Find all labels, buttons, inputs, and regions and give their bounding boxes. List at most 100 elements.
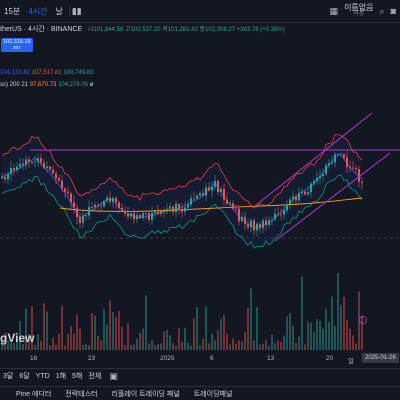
time-axis[interactable]: 16 23 2025 6 13 20 일 2025-01-26 [0,352,400,366]
volume-bar [97,335,99,350]
candle [310,183,312,193]
range-5y-button[interactable]: 5해 [69,371,85,381]
candle [202,193,204,196]
volume-bar [241,341,243,350]
volume-bar [79,328,81,350]
volume-bar [208,343,210,350]
candle [100,205,102,207]
tradingview-watermark: gView [0,331,35,345]
volume-bar [133,344,135,350]
candle [298,193,300,201]
candle [358,169,360,182]
range-6m-button[interactable]: 6달 [16,371,32,381]
candle [319,176,321,179]
candle [325,165,327,175]
time-axis-label: 20 [326,355,334,362]
interval-15m-button[interactable]: 15분 [0,6,24,17]
camera-icon[interactable]: ◙ [391,6,396,16]
volume-bar [64,345,66,350]
volume-bar [271,334,273,350]
volume-bar [199,345,201,350]
price-chart[interactable] [0,58,400,350]
grid-icon[interactable]: ▦ [330,6,339,16]
volume-bar [235,343,237,350]
candle [157,211,159,214]
volume-bar [169,335,171,350]
candle [289,199,291,205]
volume-bar [277,340,279,350]
symbol-title[interactable]: therUS · 4시간 · BINANCE [0,26,82,33]
candle [43,162,45,168]
bottom-panel-tabs: Pine 에디터 전략테스터 리플레이 트레이딩 패널 트레이딩패널 [0,386,400,400]
range-1y-button[interactable]: 1해 [53,371,69,381]
volume-bar [124,345,126,350]
candle [211,186,213,191]
volume-bar [172,342,174,350]
candle [94,204,96,208]
symbol-legend: therUS · 4시간 · BINANCE 시101,944.58 고102,… [0,24,285,34]
volume-bar [223,315,225,350]
candle [124,210,126,214]
candle [232,203,234,209]
close-value: 102,308.27 [205,27,236,33]
volume-bar [49,345,51,350]
interval-4h-button[interactable]: 4시간 [24,6,51,17]
volume-bar [319,320,321,350]
candle [181,208,183,212]
candle [214,180,216,187]
volume-bar [148,343,150,350]
volume-bar [139,332,141,350]
time-axis-label: 13 [267,355,275,362]
volume-bar [217,330,219,350]
tab-strategy-tester[interactable]: 전략테스터 [65,389,97,399]
volume-bar [34,345,36,350]
volume-bar [70,326,72,350]
chart-type-icon[interactable]: ▮▮ [72,6,82,16]
search-icon[interactable]: ⌕ [380,6,385,16]
candle [7,173,9,180]
candle [103,200,105,207]
candle [247,224,249,228]
candle [163,211,165,212]
candle [337,154,339,156]
calendar-range-icon[interactable]: ▣ [106,371,121,381]
candle [205,187,207,196]
candle [349,167,351,168]
candle [115,198,117,203]
candle [127,213,129,217]
candle [292,196,294,200]
candle [55,173,57,179]
volume-bar [115,316,117,350]
trading-app: 15분 4시간 날 ▮▮ ▦ 이름없음 저장 ⌕ ◙ therUS · 4시간 … [0,0,400,400]
layout-name[interactable]: 이름없음 저장 [344,4,373,18]
volume-bar [310,322,312,350]
candle [286,204,288,211]
candle [130,213,132,217]
price-pill-sub: 367 [13,45,21,50]
candle [148,213,150,220]
candle [256,223,258,231]
volume-bar [58,334,60,350]
candle [118,202,120,208]
candle [175,204,177,213]
range-ytd-button[interactable]: YTD [33,373,53,380]
tab-pine-editor[interactable]: Pine 에디터 [16,389,51,399]
volume-bar [280,341,282,350]
candle [361,181,363,183]
candle [331,162,333,164]
candle [235,208,237,210]
candle [169,206,171,209]
range-3m-button[interactable]: 3달 [0,371,16,381]
candle [139,215,141,218]
interval-dropdown[interactable]: 날 [51,6,66,17]
candle [355,167,357,170]
candle [73,202,75,208]
candle [280,214,282,216]
range-all-button[interactable]: 전체 [85,371,104,381]
volume-bar [46,311,48,350]
candle [88,207,90,216]
tab-replay-trading[interactable]: 리플레이 트레이딩 패널 [111,389,179,399]
tab-trading-panel[interactable]: 트레이딩패널 [194,389,233,399]
volume-bar [85,343,87,350]
volume-bar [238,340,240,350]
